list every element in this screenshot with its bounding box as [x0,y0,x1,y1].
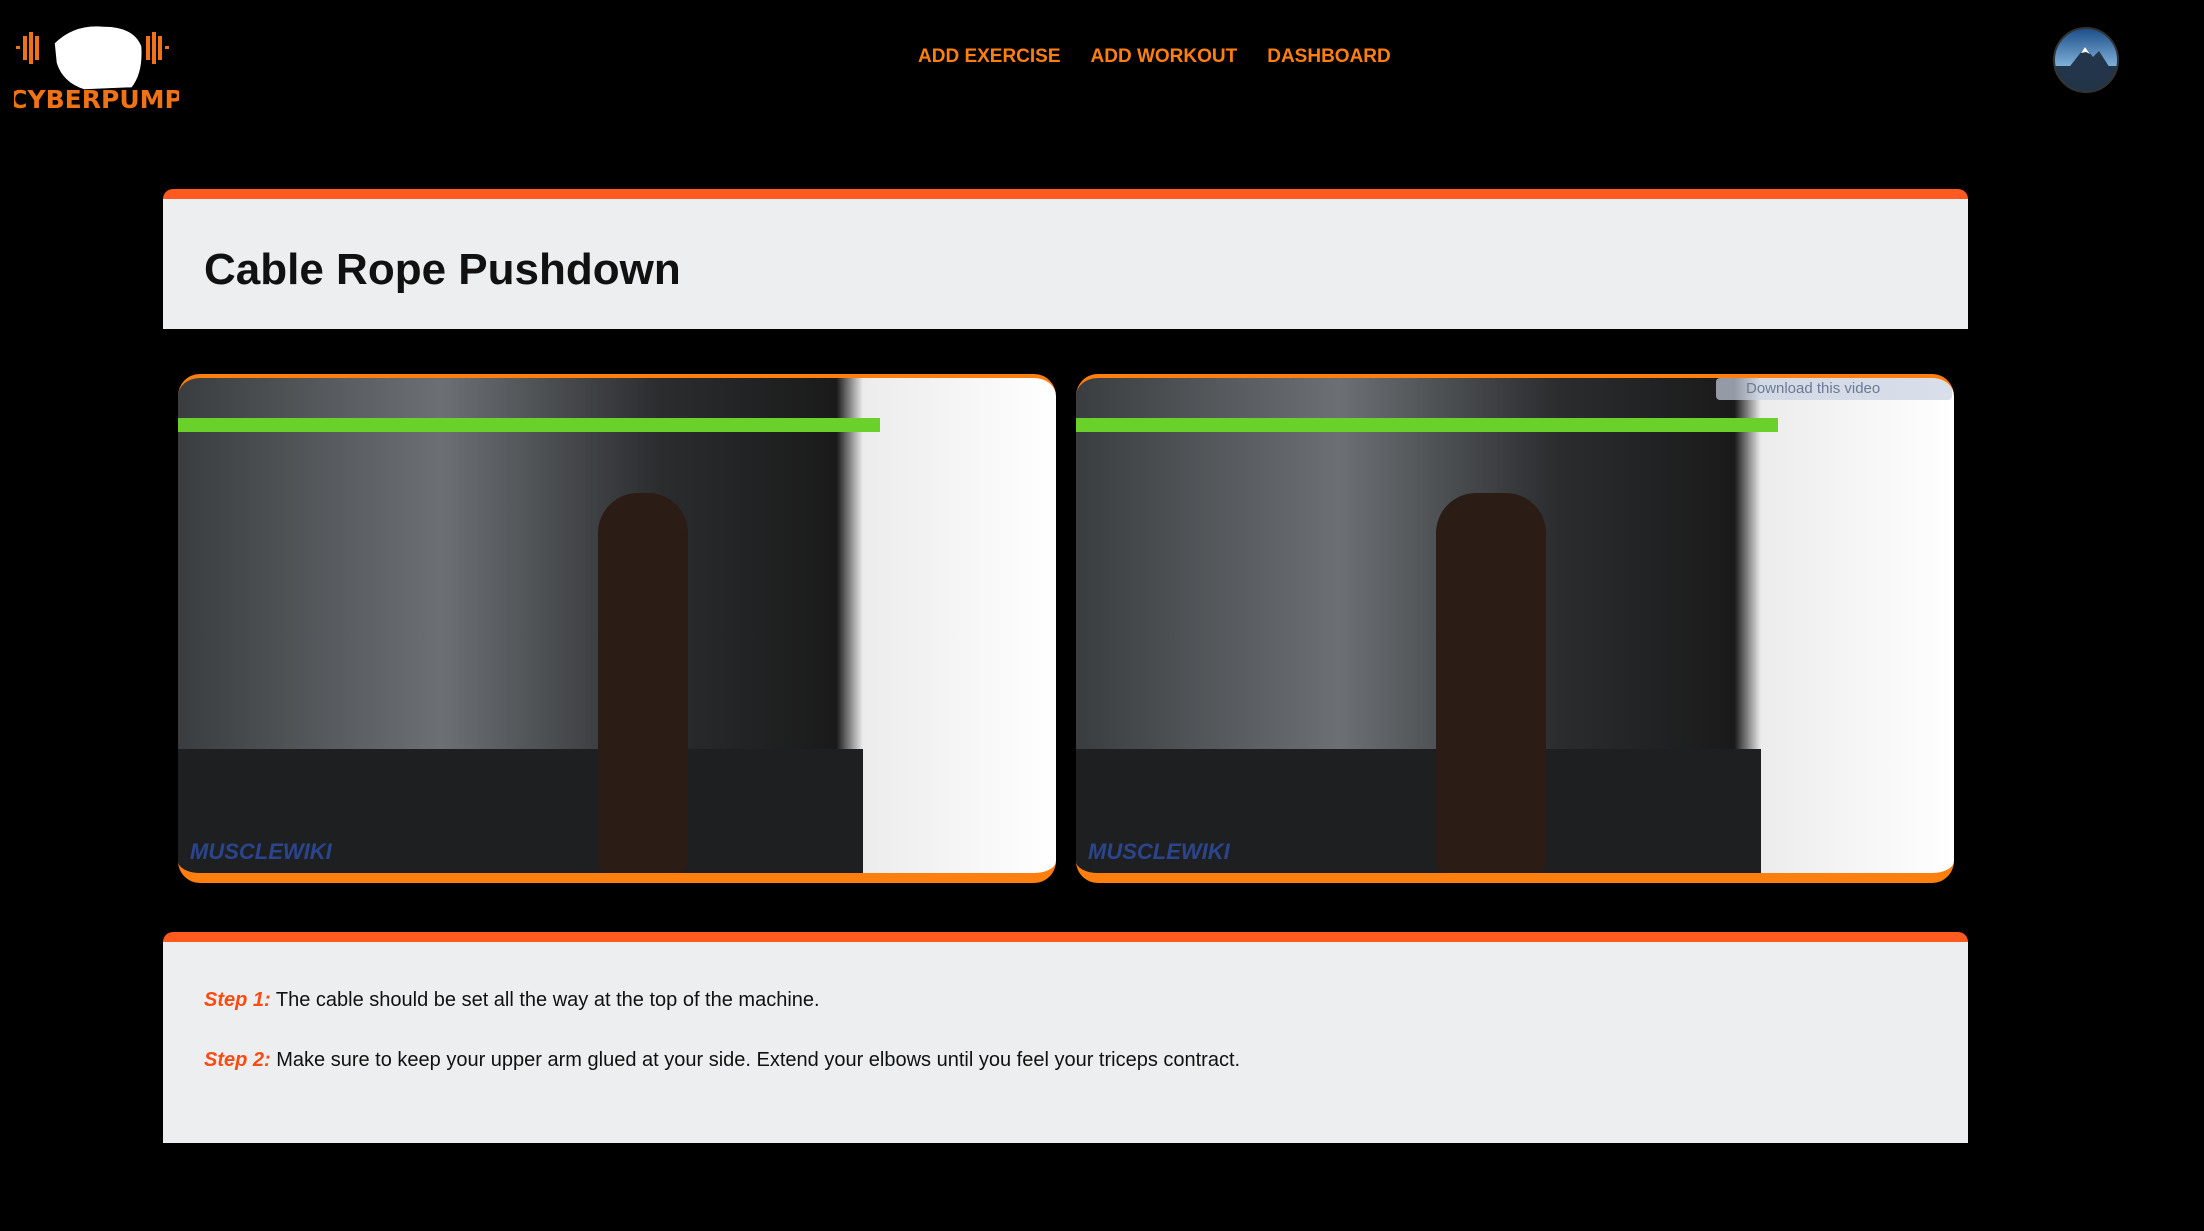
main-nav: ADD EXERCISE ADD WORKOUT DASHBOARD [918,46,1391,68]
nav-add-exercise[interactable]: ADD EXERCISE [918,46,1061,68]
step-label: Step 1: [204,989,271,1011]
gym-wall [178,418,881,432]
exercise-title: Cable Rope Pushdown [204,245,681,294]
user-avatar[interactable] [2053,27,2119,93]
nav-dashboard[interactable]: DASHBOARD [1267,46,1391,68]
musclewiki-watermark: MUSCLEWIKI [1088,839,1230,864]
athlete [598,493,688,873]
steps-card: Step 1: The cable should be set all the … [163,932,1968,1143]
athlete [1436,493,1546,873]
step-label: Step 2: [204,1049,271,1071]
download-video-button[interactable]: Download this video [1716,378,1952,400]
gym-wall [1076,418,1779,432]
step-2: Step 2: Make sure to keep your upper arm… [204,1049,1240,1072]
musclewiki-watermark: MUSCLEWIKI [190,839,332,864]
cyberpump-logo[interactable]: CYBERPUMP [14,18,179,113]
step-1: Step 1: The cable should be set all the … [204,989,820,1012]
nav-add-workout[interactable]: ADD WORKOUT [1091,46,1238,68]
step-text: The cable should be set all the way at t… [275,989,820,1011]
mountain-icon [2060,47,2117,79]
title-card: Cable Rope Pushdown [163,189,1968,329]
step-text: Make sure to keep your upper arm glued a… [276,1049,1241,1071]
exercise-video-side[interactable]: MUSCLEWIKI [178,374,1056,883]
exercise-video-front[interactable]: MUSCLEWIKI Download this video [1076,374,1954,883]
svg-text:CYBERPUMP: CYBERPUMP [14,85,179,113]
